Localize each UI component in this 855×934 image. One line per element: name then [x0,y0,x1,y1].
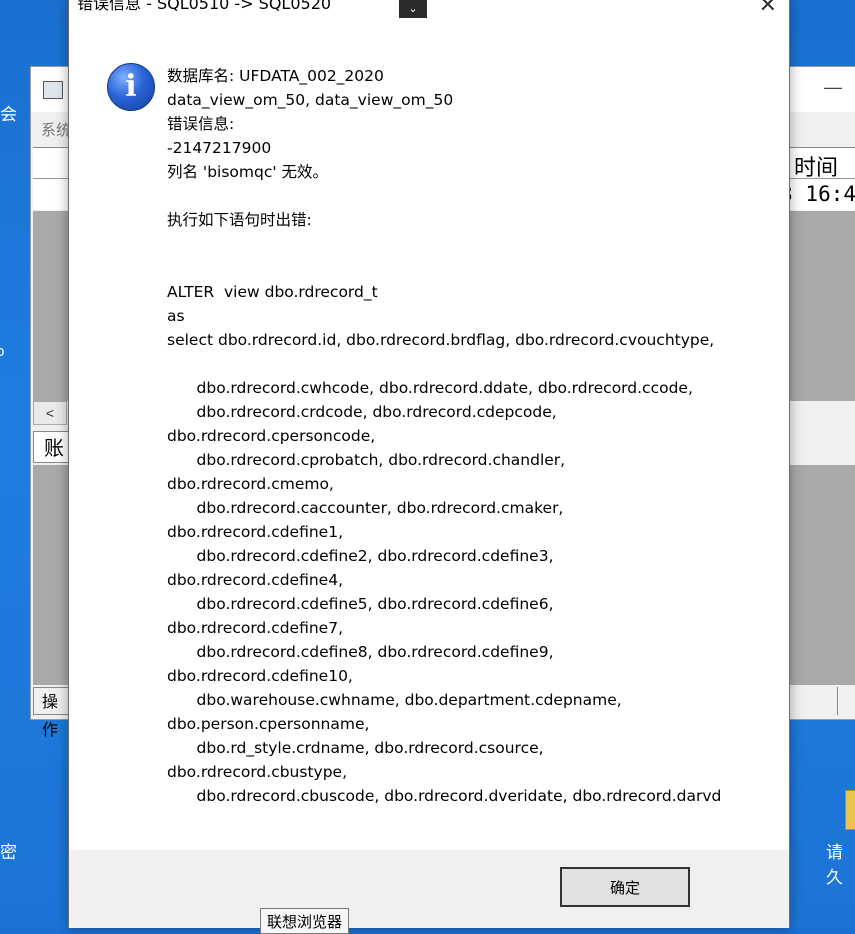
message-line: select dbo.rdrecord.id, dbo.rdrecord.brd… [167,331,715,349]
message-line: dbo.rdrecord.cwhcode, dbo.rdrecord.ddate… [167,379,693,397]
desktop-label-bottom-right[interactable]: 请久 [826,838,855,888]
message-line [167,352,767,376]
message-line: -2147217900 [167,139,272,157]
operation-tab[interactable]: 操作 [33,687,71,739]
message-line: 数据库名: UFDATA_002_2020 [167,67,384,85]
info-icon: i [107,63,155,111]
message-line: dbo.rdrecord.cdefine5, dbo.rdrecord.cdef… [167,595,554,613]
message-line: dbo.rdrecord.cprobatch, dbo.rdrecord.cha… [167,451,566,469]
error-dialog: 错误信息 - SQL0510 -> SQL0520 ⌄ ✕ i 数据库名: UF… [68,0,790,928]
close-icon[interactable]: ✕ [759,0,777,18]
desktop-label-mid-left: o [0,344,5,360]
message-line: dbo.rdrecord.cmemo, [167,475,334,493]
account-tab[interactable]: 账 [33,431,71,463]
message-line: 列名 'bisomqc' 无效。 [167,163,329,181]
message-line: dbo.rdrecord.cpersoncode, [167,427,376,445]
message-line: 执行如下语句时出错: [167,211,312,229]
status-strip [837,687,855,715]
message-line: dbo.rdrecord.crdcode, dbo.rdrecord.cdepc… [167,403,557,421]
message-line: ALTER view dbo.rdrecord_t [167,283,378,301]
error-message: 数据库名: UFDATA_002_2020 data_view_om_50, da… [167,64,767,808]
message-line: 错误信息: [167,115,235,133]
scroll-left-button[interactable]: < [33,401,67,425]
message-line: dbo.rdrecord.cdefine1, [167,523,344,541]
minimize-icon[interactable]: — [824,77,842,98]
desktop-label-bottom-left: 密 [0,843,17,863]
message-line: data_view_om_50, data_view_om_50 [167,91,454,109]
desktop-label-top-left: 会 [0,105,17,125]
message-line: dbo.rdrecord.cbustype, [167,763,348,781]
folder-icon[interactable] [845,790,855,830]
chevron-down-icon[interactable]: ⌄ [399,0,427,18]
message-line: dbo.rdrecord.cdefine10, [167,667,353,685]
taskbar-tooltip: 联想浏览器 [260,908,350,934]
message-line [167,256,767,280]
message-line [167,232,767,256]
message-line: dbo.warehouse.cwhname, dbo.department.cd… [167,691,622,709]
menu-system[interactable]: 系统 [41,119,71,140]
grid-cell-time: 3 16:4 [780,182,855,206]
message-line: as [167,307,185,325]
dialog-title: 错误信息 - SQL0510 -> SQL0520 [77,0,332,13]
message-line: dbo.rd_style.crdname, dbo.rdrecord.csour… [167,739,544,757]
message-line: dbo.rdrecord.cdefine2, dbo.rdrecord.cdef… [167,547,554,565]
message-line: dbo.rdrecord.caccounter, dbo.rdrecord.cm… [167,499,564,517]
message-line: dbo.person.cpersonname, [167,715,370,733]
app-icon [43,81,63,99]
message-line: dbo.rdrecord.cdefine4, [167,571,344,589]
message-line: dbo.rdrecord.cdefine7, [167,619,344,637]
ok-button[interactable]: 确定 [560,867,690,907]
message-line: dbo.rdrecord.cdefine8, dbo.rdrecord.cdef… [167,643,554,661]
message-line [167,184,767,208]
message-line: dbo.rdrecord.cbuscode, dbo.rdrecord.dver… [167,787,722,805]
